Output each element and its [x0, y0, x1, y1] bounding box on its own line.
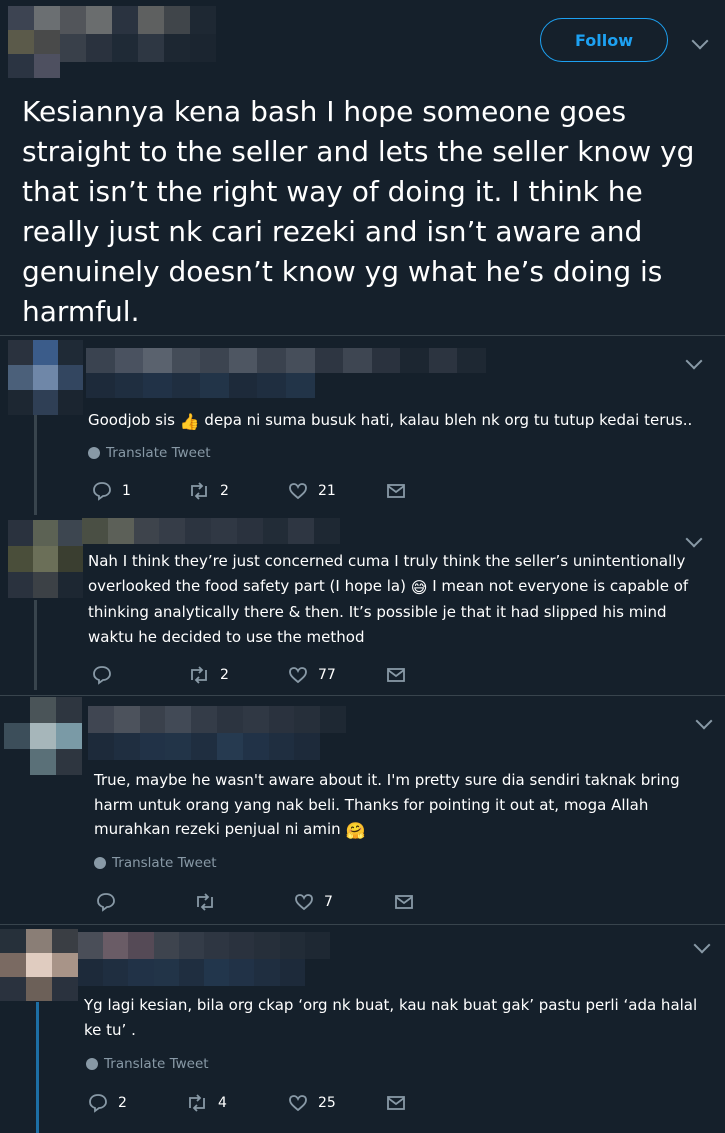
author-name-redacted[interactable] [82, 518, 340, 544]
envelope-icon [387, 1096, 405, 1110]
retweet-icon [191, 482, 207, 500]
envelope-icon [395, 895, 413, 909]
reply-text: Goodjob sis 👍 depa ni suma busuk hati, k… [88, 408, 708, 435]
follow-button[interactable]: Follow [540, 18, 668, 62]
reply-button[interactable] [96, 892, 116, 912]
hugging-face-emoji: 🤗 [345, 821, 366, 840]
chevron-down-icon[interactable] [695, 712, 713, 730]
retweet-button[interactable]: 2 [188, 665, 229, 685]
like-button[interactable]: 21 [288, 481, 336, 501]
reply-button[interactable] [92, 665, 112, 685]
heart-icon [289, 667, 307, 684]
sweat-smile-emoji: 😅 [410, 577, 428, 597]
author-name-redacted[interactable] [88, 706, 346, 760]
retweet-icon [197, 893, 213, 911]
divider [0, 924, 725, 925]
envelope-icon [387, 484, 405, 498]
chevron-down-icon[interactable] [693, 936, 711, 954]
reply-icon [93, 666, 111, 685]
like-button[interactable]: 7 [294, 892, 333, 912]
chevron-down-icon[interactable] [685, 530, 703, 548]
dm-button[interactable] [386, 1093, 406, 1113]
retweet-button[interactable]: 4 [186, 1093, 227, 1113]
reply-text: Nah I think they’re just concerned cuma … [88, 552, 689, 646]
thread-line [36, 1002, 39, 1133]
reply-button[interactable]: 1 [92, 481, 131, 501]
avatar-main[interactable] [8, 6, 60, 78]
reply-icon [97, 893, 115, 912]
translate-tweet-link[interactable]: Translate Tweet [94, 855, 217, 871]
chevron-down-icon[interactable] [685, 352, 703, 370]
heart-icon [289, 1095, 307, 1112]
globe-icon [94, 857, 106, 869]
chevron-down-icon[interactable] [691, 32, 709, 50]
dm-button[interactable] [394, 892, 414, 912]
avatar[interactable] [4, 697, 82, 775]
globe-icon [88, 447, 100, 459]
heart-icon [289, 483, 307, 500]
main-tweet-text: Kesiannya kena bash I hope someone goes … [22, 95, 695, 328]
retweet-button[interactable]: 2 [188, 481, 229, 501]
avatar[interactable] [8, 340, 83, 416]
avatar[interactable] [8, 520, 83, 600]
retweet-icon [191, 666, 207, 684]
dm-button[interactable] [386, 481, 406, 501]
reply-button[interactable]: 2 [88, 1093, 127, 1113]
globe-icon [86, 1058, 98, 1070]
divider [0, 335, 725, 336]
like-button[interactable]: 77 [288, 665, 336, 685]
heart-icon [295, 894, 313, 911]
retweet-button[interactable] [194, 892, 216, 912]
dm-button[interactable] [386, 665, 406, 685]
translate-tweet-link[interactable]: Translate Tweet [88, 445, 211, 461]
translate-tweet-link[interactable]: Translate Tweet [86, 1056, 209, 1072]
author-name-redacted[interactable] [78, 932, 330, 986]
reply-icon [89, 1094, 107, 1113]
retweet-icon [189, 1094, 205, 1112]
envelope-icon [387, 668, 405, 682]
author-name-redacted[interactable] [86, 348, 486, 398]
thumbs-up-emoji: 👍 [179, 412, 200, 431]
avatar[interactable] [0, 929, 78, 1001]
reply-icon [93, 482, 111, 501]
reply-text: Yg lagi kesian, bila org ckap ‘org nk bu… [84, 996, 698, 1039]
author-name-redacted[interactable] [60, 6, 218, 62]
divider [0, 695, 725, 696]
reply-text: True, maybe he wasn't aware about it. I'… [94, 768, 704, 844]
like-button[interactable]: 25 [288, 1093, 336, 1113]
thread-line [34, 600, 37, 690]
